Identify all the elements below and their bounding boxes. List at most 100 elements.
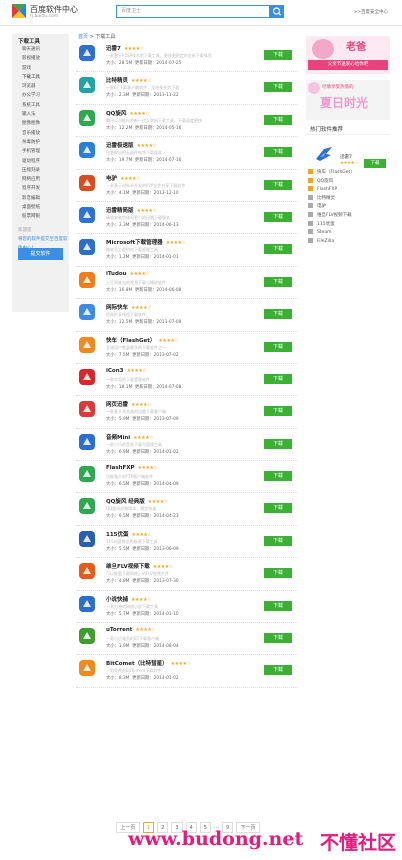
itudou-icon[interactable] [78,271,96,289]
summer-ad[interactable]: 尽情享受热情的 夏日时光 [306,80,390,120]
download-button[interactable]: 下载 [264,82,292,93]
download-button[interactable]: 下载 [264,373,292,384]
xunlei-icon[interactable] [78,44,96,62]
verycd-icon[interactable] [78,174,96,192]
bitspirit-icon[interactable] [78,76,96,94]
download-button[interactable]: 下载 [264,438,292,449]
download-button[interactable]: 下载 [264,309,292,320]
software-name[interactable]: iTudou [106,271,127,277]
software-name[interactable]: 迅雷极速版 [106,143,134,149]
download-button[interactable]: 下载 [264,179,292,190]
xunlei-bird-icon[interactable] [314,145,334,163]
date-prefix: 更新日期： [132,676,154,682]
download-button[interactable]: 下载 [264,471,292,482]
software-name[interactable]: FlashFXP [106,465,135,471]
hot-list-item[interactable]: Steam [306,229,390,238]
sidebar-item[interactable]: 股票网银 [12,212,69,221]
software-name[interactable]: 维旦FLV视频下载 [106,564,150,570]
sidebar-item[interactable]: 程序开发 [12,184,69,193]
software-name[interactable]: BitComet（比特彗星） [106,661,168,667]
software-name[interactable]: 音频Mini [106,435,130,441]
sidebar-item[interactable]: 音乐播放 [12,129,69,138]
download-button[interactable]: 下载 [264,503,292,514]
software-name[interactable]: 迅雷7 [106,46,121,52]
icon3-icon[interactable] [78,368,96,386]
hot-list-item[interactable]: QQ旋风 [306,177,390,187]
software-name[interactable]: 网页迅雷 [106,402,128,408]
sidebar-item[interactable]: 驱动程序 [12,157,69,166]
hot-featured-download-button[interactable]: 下载 [364,159,386,168]
software-name[interactable]: Microsoft下载管理器 [106,240,163,246]
sidebar-item[interactable]: 杀毒防护 [12,138,69,147]
sidebar-item[interactable]: 下载工具 [12,73,69,82]
download-button[interactable]: 下载 [264,341,292,352]
audio-mini-icon[interactable] [78,433,96,451]
flashget-old-icon[interactable] [78,303,96,321]
software-name[interactable]: 比特精灵 [106,78,128,84]
software-name[interactable]: 115优蛋 [106,532,128,538]
hot-list-item[interactable]: 115优蛋 [306,220,390,230]
software-name[interactable]: 电驴 [106,176,117,182]
hot-list-item[interactable]: FileZilla [306,237,390,247]
hot-list-item[interactable]: 电驴 [306,203,390,212]
download-button[interactable]: 下载 [264,535,292,546]
download-button[interactable]: 下载 [264,600,292,611]
hot-list-item[interactable]: FlashFXP [306,186,390,195]
download-button[interactable]: 下载 [264,147,292,158]
download-button[interactable]: 下载 [264,633,292,644]
sidebar-item[interactable]: 系统工具 [12,101,69,110]
software-name[interactable]: iCon3 [106,368,123,374]
sidebar-item[interactable]: 办公学习 [12,91,69,100]
utorrent-icon[interactable] [78,627,96,645]
xunlei-mini-icon[interactable] [78,206,96,224]
sidebar-item[interactable]: 影视播放 [12,54,69,63]
qqxuanfeng-classic-icon[interactable] [78,497,96,515]
software-name[interactable]: uTorrent [106,627,132,633]
download-button[interactable]: 下载 [264,276,292,287]
flashfxp-icon[interactable] [78,465,96,483]
software-name[interactable]: 快车（FlashGet） [106,338,155,344]
download-button[interactable]: 下载 [264,665,292,676]
sidebar-publish-link[interactable]: 将您的软件提交至百度软件中心！ [12,235,69,251]
sidebar-item[interactable]: 图像图像 [12,119,69,128]
sidebar-item[interactable]: 游戏 [12,64,69,73]
hot-featured-name[interactable]: 迅雷7 [340,154,352,160]
software-name[interactable]: 小说快捕 [106,597,128,603]
hot-list-item[interactable]: 快车（FlashGet） [306,169,390,178]
search-input[interactable]: 百度卫士 [116,5,270,18]
web-xunlei-icon[interactable] [78,400,96,418]
xunlei-speed-icon[interactable] [78,141,96,159]
software-date: 2013-07-30 [153,579,179,585]
sidebar-item[interactable]: 聊天通讯 [12,45,69,54]
software-name[interactable]: QQ旋风 [106,111,126,117]
novel-icon[interactable] [78,595,96,613]
software-name[interactable]: 网际快车 [106,305,128,311]
software-name[interactable]: QQ旋风 经典版 [106,499,145,505]
flv-download-icon[interactable] [78,562,96,580]
download-button[interactable]: 下载 [264,211,292,222]
sidebar-item[interactable]: 输入法 [12,110,69,119]
sidebar-item[interactable]: 压缩刻录 [12,166,69,175]
ms-download-icon[interactable] [78,238,96,256]
sidebar-item[interactable]: 桌面壁纸 [12,203,69,212]
flashget-icon[interactable] [78,336,96,354]
baidu-software-logo-icon[interactable] [12,4,26,18]
download-button[interactable]: 下载 [264,50,292,60]
sidebar-item[interactable]: 影音编辑 [12,194,69,203]
hot-list-item[interactable]: 维旦FLV视频下载 [306,211,390,221]
hot-list-item[interactable]: 比特精灵 [306,194,390,204]
download-button[interactable]: 下载 [264,406,292,417]
bitcomet-icon[interactable] [78,659,96,677]
download-button[interactable]: 下载 [264,114,292,125]
download-button[interactable]: 下载 [264,568,292,579]
fathers-day-ad[interactable]: 老爸 父亲节送爱心给你吧 [306,36,390,74]
download-button[interactable]: 下载 [264,244,292,255]
sidebar-item[interactable]: 浏览器 [12,82,69,91]
sidebar-item[interactable]: 手机管理 [12,147,69,156]
security-center-link[interactable]: >>百度安全中心 [353,9,388,15]
search-button[interactable] [270,5,284,18]
sidebar-item[interactable]: 网络应用 [12,175,69,184]
software-name[interactable]: 迅雷精简版 [106,208,134,214]
115-icon[interactable] [78,530,96,548]
qqxuanfeng-icon[interactable] [78,109,96,127]
